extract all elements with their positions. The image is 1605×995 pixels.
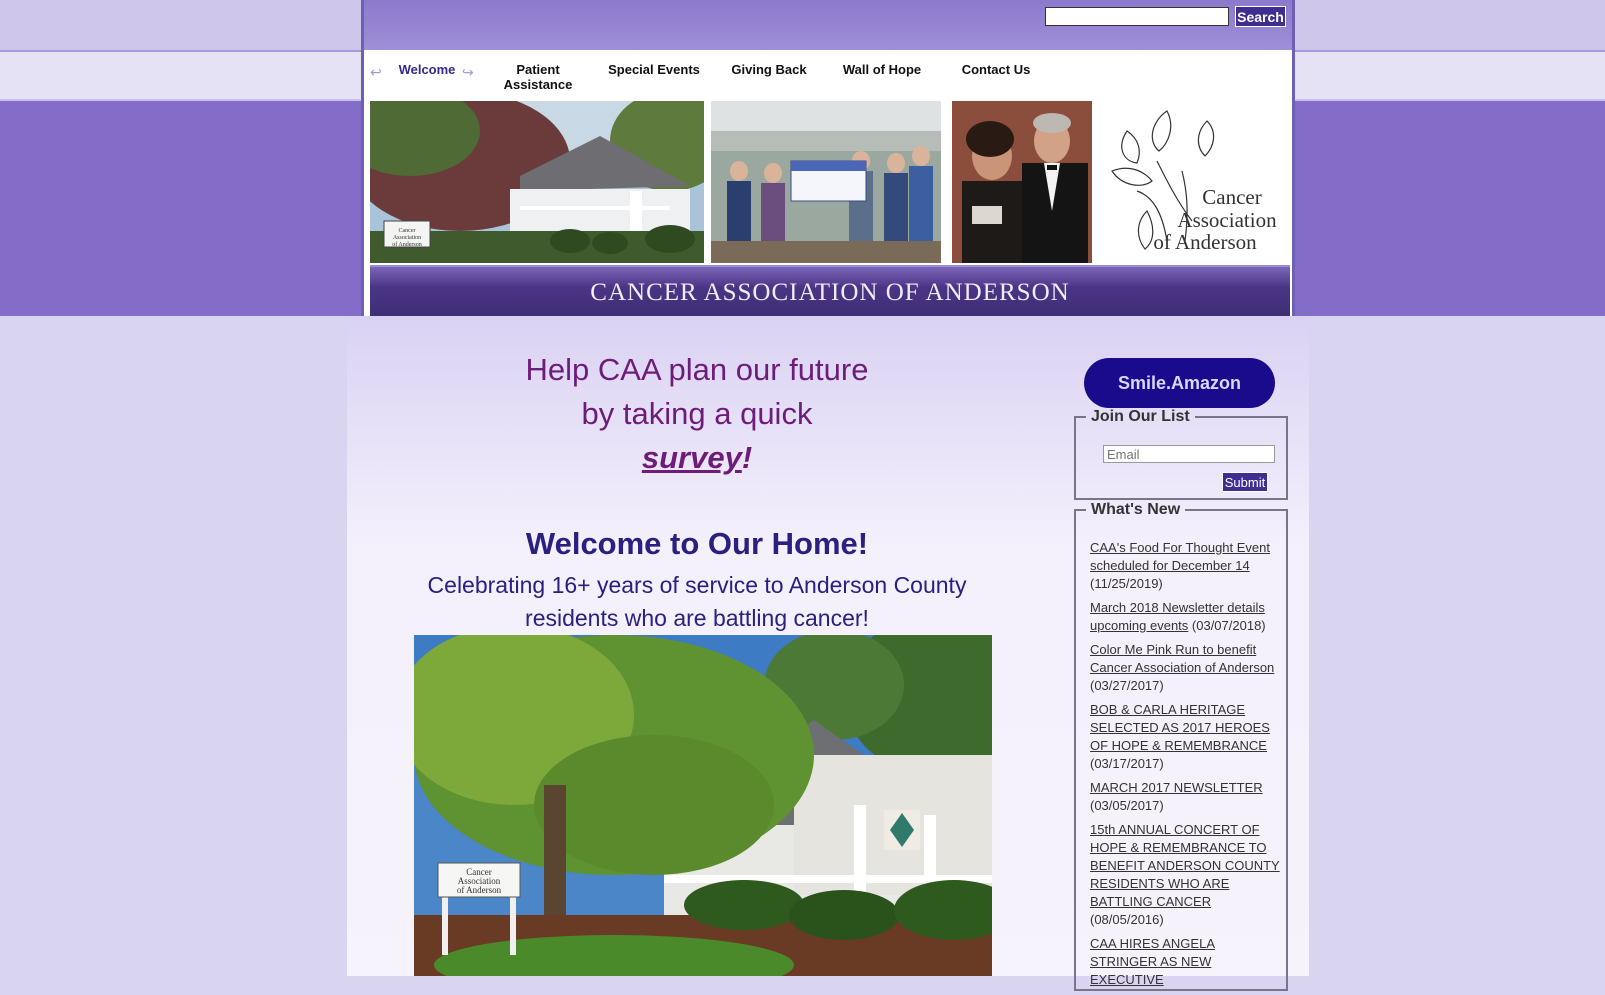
nav-item-contact-us[interactable]: Contact Us — [954, 62, 1038, 77]
swoosh-left-icon: ↩ — [370, 64, 382, 80]
site-shell: Search ↩ Welcome ↪ Patient Assistance Sp… — [361, 0, 1295, 318]
home-photo: Cancer Association of Anderson — [414, 635, 992, 976]
nav-item-wall-of-hope[interactable]: Wall of Hope — [837, 62, 927, 77]
news-item: MARCH 2017 NEWSLETTER (03/05/2017) — [1090, 779, 1282, 815]
search-button[interactable]: Search — [1235, 6, 1286, 27]
subtitle-line-2: residents who are battling cancer! — [525, 605, 869, 631]
cancer-association-logo: Cancer Association of Anderson — [1097, 101, 1287, 263]
news-link[interactable]: Color Me Pink Run to benefit Cancer Asso… — [1090, 642, 1274, 675]
banner-photo-couple — [952, 101, 1092, 263]
banner-photo-house: Cancer Association of Anderson — [370, 101, 704, 263]
svg-text:Association: Association — [393, 235, 421, 241]
survey-exclaim: ! — [741, 440, 753, 475]
news-date: (03/07/2018) — [1191, 618, 1266, 633]
banner-sign-text: Cancer — [399, 228, 416, 234]
whats-new-box: What's New CAA's Food For Thought Event … — [1074, 501, 1288, 991]
news-link[interactable]: 15th ANNUAL CONCERT OF HOPE & REMEMBRANC… — [1090, 822, 1280, 909]
banner-photo-group — [711, 101, 941, 263]
main-content: Help CAA plan our future by taking a qui… — [347, 316, 1309, 991]
search-input[interactable] — [1045, 7, 1229, 26]
news-date: (11/25/2019) — [1090, 576, 1163, 591]
nav-item-special-events[interactable]: Special Events — [604, 62, 704, 77]
nav-item-welcome[interactable]: Welcome — [394, 62, 460, 77]
subtitle-line-1: Celebrating 16+ years of service to Ande… — [427, 572, 967, 598]
survey-line-1: Help CAA plan our future — [525, 352, 869, 387]
svg-text:of Anderson: of Anderson — [457, 885, 502, 895]
survey-callout: Help CAA plan our future by taking a qui… — [407, 348, 987, 480]
survey-link[interactable]: survey — [642, 440, 742, 475]
swoosh-right-icon: ↪ — [462, 64, 474, 80]
logo-text-of-anderson: of Anderson — [1153, 230, 1257, 254]
submit-button[interactable]: Submit — [1222, 472, 1268, 492]
news-list: CAA's Food For Thought Event scheduled f… — [1090, 539, 1282, 995]
join-list-box: Join Our List Submit — [1074, 408, 1288, 500]
news-date: (03/17/2017) — [1090, 756, 1164, 771]
news-date: (08/05/2016) — [1090, 912, 1164, 927]
header-banner: Cancer Association of Anderson Cancer As… — [361, 99, 1295, 318]
nav-item-giving-back[interactable]: Giving Back — [726, 62, 812, 77]
join-list-legend: Join Our List — [1091, 408, 1190, 425]
news-item: 15th ANNUAL CONCERT OF HOPE & REMEMBRANC… — [1090, 821, 1282, 929]
welcome-subtitle: Celebrating 16+ years of service to Ande… — [407, 569, 987, 635]
news-item: Color Me Pink Run to benefit Cancer Asso… — [1090, 641, 1282, 695]
svg-text:of Anderson: of Anderson — [392, 241, 422, 248]
survey-line-2: by taking a quick — [581, 396, 813, 431]
banner-title: CANCER ASSOCIATION OF ANDERSON — [590, 279, 1070, 306]
news-item: BOB & CARLA HERITAGE SELECTED AS 2017 HE… — [1090, 701, 1282, 773]
whats-new-legend: What's New — [1091, 501, 1181, 518]
main-nav: ↩ Welcome ↪ Patient Assistance Special E… — [361, 50, 1295, 99]
nav-item-patient-assistance[interactable]: Patient Assistance — [499, 62, 577, 92]
news-date: (03/27/2017) — [1090, 678, 1164, 693]
email-field[interactable] — [1103, 445, 1275, 463]
logo-text-association: Association — [1177, 208, 1277, 232]
news-item: March 2018 Newsletter details upcoming e… — [1090, 599, 1282, 635]
news-link[interactable]: BOB & CARLA HERITAGE SELECTED AS 2017 HE… — [1090, 702, 1270, 753]
logo-text-cancer: Cancer — [1202, 185, 1261, 209]
smile-amazon-button[interactable]: Smile.Amazon — [1084, 358, 1275, 408]
site-header: Search — [361, 0, 1295, 50]
news-link[interactable]: CAA HIRES ANGELA STRINGER AS NEW EXECUTI… — [1090, 936, 1215, 987]
news-item: CAA's Food For Thought Event scheduled f… — [1090, 539, 1282, 593]
welcome-heading: Welcome to Our Home! — [525, 526, 869, 561]
news-link[interactable]: MARCH 2017 NEWSLETTER — [1090, 780, 1263, 795]
banner-title-bar: CANCER ASSOCIATION OF ANDERSON — [370, 265, 1290, 318]
news-link[interactable]: CAA's Food For Thought Event scheduled f… — [1090, 540, 1270, 573]
news-item: CAA HIRES ANGELA STRINGER AS NEW EXECUTI… — [1090, 935, 1282, 989]
news-date: (03/05/2017) — [1090, 798, 1164, 813]
